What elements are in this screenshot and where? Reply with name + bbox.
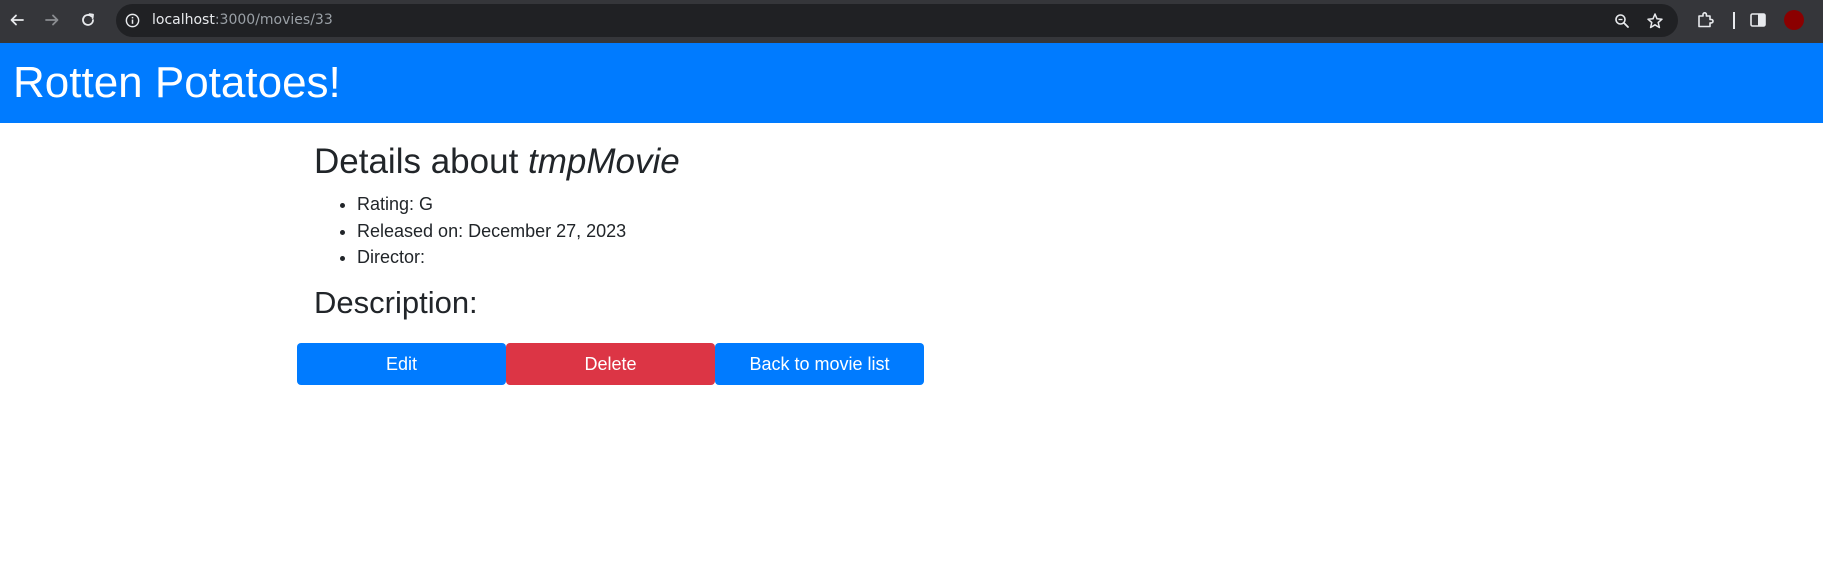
heading-prefix: Details about xyxy=(314,142,529,181)
director-item: Director: xyxy=(357,244,1214,271)
profile-avatar[interactable] xyxy=(1784,10,1804,30)
app-title: Rotten Potatoes! xyxy=(13,58,341,107)
address-bar[interactable]: localhost:3000/movies/33 xyxy=(116,4,1678,37)
delete-button[interactable]: Delete xyxy=(506,343,715,385)
url-text[interactable]: localhost:3000/movies/33 xyxy=(152,4,333,37)
description-heading: Description: xyxy=(314,284,478,320)
reload-icon[interactable] xyxy=(76,8,100,32)
zoom-icon[interactable] xyxy=(1613,12,1631,30)
movie-info-list: Rating: G Released on: December 27, 2023… xyxy=(314,191,1214,271)
toolbar-divider xyxy=(1733,12,1735,29)
forward-arrow-icon[interactable] xyxy=(40,8,64,32)
back-to-list-button[interactable]: Back to movie list xyxy=(715,343,924,385)
url-path: :3000/movies/33 xyxy=(214,12,333,28)
info-icon[interactable] xyxy=(124,12,141,29)
side-panel-icon[interactable] xyxy=(1748,10,1768,30)
star-icon[interactable] xyxy=(1646,12,1664,30)
action-buttons: Edit Delete Back to movie list xyxy=(297,343,924,385)
edit-button[interactable]: Edit xyxy=(297,343,506,385)
movie-title: tmpMovie xyxy=(528,142,680,181)
browser-toolbar: localhost:3000/movies/33 xyxy=(0,0,1823,43)
page-title: Details about tmpMovie xyxy=(314,139,1214,185)
movie-details: Details about tmpMovie Rating: G Release… xyxy=(314,139,1214,323)
puzzle-icon[interactable] xyxy=(1695,10,1715,30)
url-host: localhost xyxy=(152,12,215,28)
back-arrow-icon[interactable] xyxy=(5,8,29,32)
app-header: Rotten Potatoes! xyxy=(0,43,1823,123)
release-date-item: Released on: December 27, 2023 xyxy=(357,218,1214,245)
rating-item: Rating: G xyxy=(357,191,1214,218)
